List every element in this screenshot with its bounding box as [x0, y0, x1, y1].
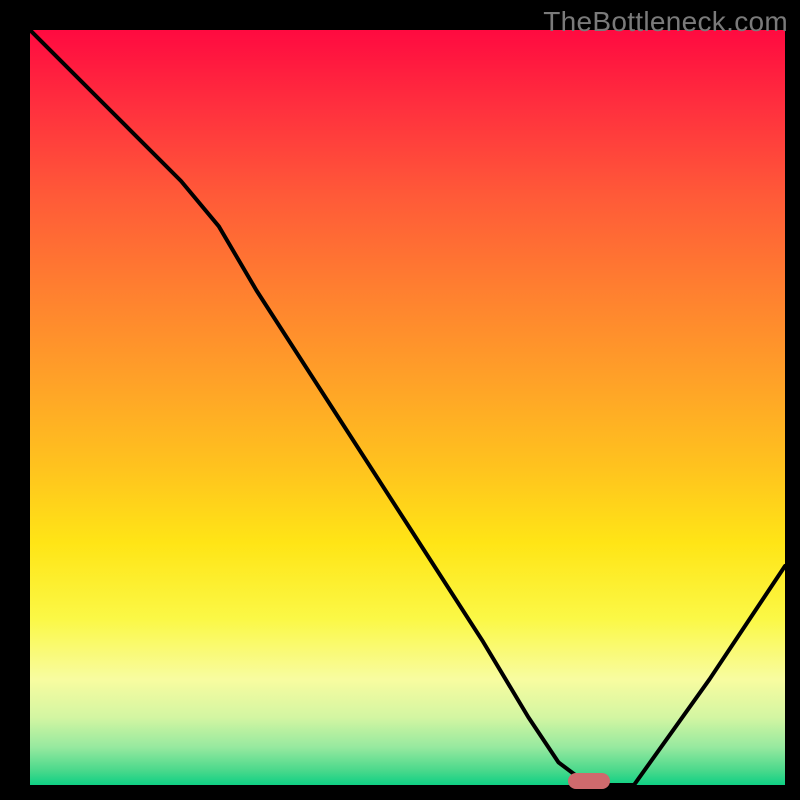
- bottleneck-curve: [30, 30, 785, 785]
- watermark-text: TheBottleneck.com: [543, 6, 788, 38]
- curve-path: [30, 30, 785, 785]
- optimum-marker: [568, 773, 610, 789]
- plot-area: [30, 30, 785, 785]
